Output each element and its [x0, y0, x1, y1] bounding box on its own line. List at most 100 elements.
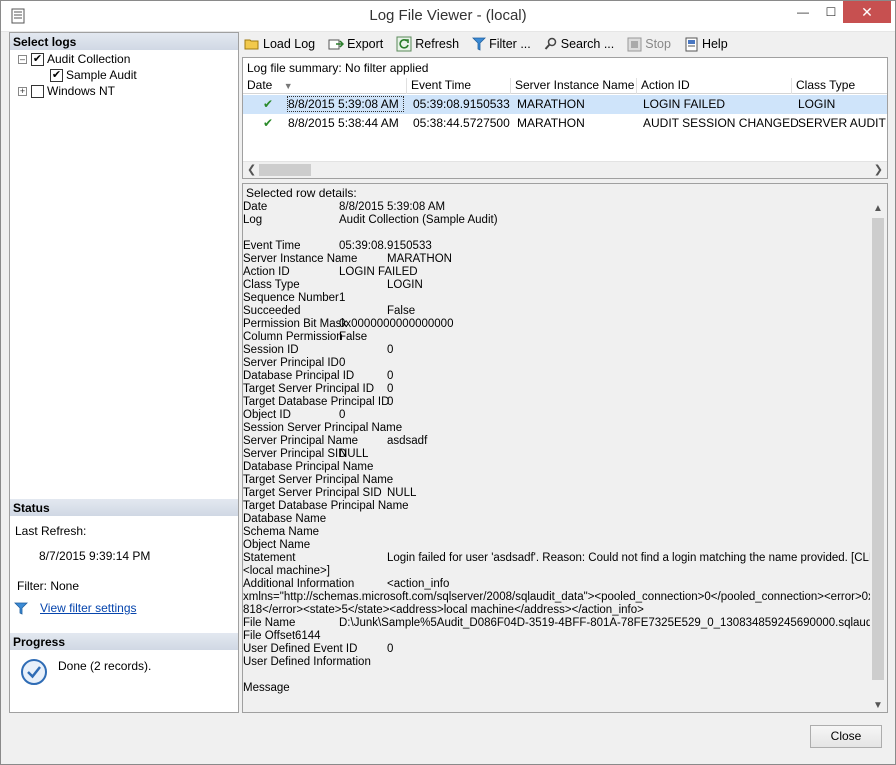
sample-audit-checkbox[interactable]: ✔: [50, 68, 63, 82]
filter-button[interactable]: Filter ...: [469, 37, 531, 51]
detail-label: <local machine>]: [243, 565, 330, 577]
column-header-action-id[interactable]: Action ID: [636, 78, 690, 94]
close-button[interactable]: Close: [810, 725, 882, 748]
minimize-button[interactable]: —: [789, 1, 817, 23]
detail-value: MARATHON: [387, 253, 452, 265]
minimize-icon: —: [797, 5, 809, 19]
horizontal-scroll-thumb[interactable]: [259, 164, 311, 176]
folder-open-icon: [244, 37, 260, 51]
audit-collection-checkbox[interactable]: ✔: [31, 52, 44, 66]
detail-label: Column Permission: [243, 331, 343, 343]
cell-server-instance: MARATHON: [517, 97, 585, 111]
cell-action-id: AUDIT SESSION CHANGED: [643, 116, 799, 130]
column-header-event-time[interactable]: Event Time: [406, 78, 471, 94]
cell-date: 8/8/2015 5:38:44 AM: [288, 116, 399, 130]
scroll-up-icon[interactable]: ▲: [873, 203, 883, 214]
refresh-icon: [396, 36, 412, 52]
detail-value: NULL: [339, 448, 369, 460]
grid-header: Date ▼ Event Time Server Instance Name A…: [243, 76, 887, 94]
windows-nt-checkbox[interactable]: [31, 84, 44, 98]
scroll-left-icon[interactable]: ❮: [247, 163, 256, 176]
detail-label: Object ID: [243, 409, 291, 421]
details-title: Selected row details:: [246, 186, 357, 200]
scroll-right-icon[interactable]: ❯: [874, 163, 883, 176]
detail-label: File Offset: [243, 630, 296, 642]
window-title: Log File Viewer - (local): [369, 7, 527, 24]
row-details-panel: Selected row details: Date 8/8/2015 5:39:…: [242, 183, 888, 713]
maximize-button[interactable]: ☐: [817, 1, 845, 23]
log-file-viewer-window: Log File Viewer - (local) — ☐ ✕ Select l…: [0, 0, 896, 765]
horizontal-scrollbar[interactable]: ❮ ❯: [243, 161, 887, 178]
detail-label: Server Principal Name: [243, 435, 359, 447]
sort-descending-icon: ▼: [283, 81, 293, 91]
detail-label: Schema Name: [243, 526, 320, 538]
column-header-server-instance[interactable]: Server Instance Name: [510, 78, 634, 94]
search-button[interactable]: Search ...: [541, 37, 615, 51]
tree-item-windows-nt[interactable]: + Windows NT: [18, 83, 115, 99]
column-header-date[interactable]: Date ▼: [243, 78, 293, 94]
detail-value: D:\Junk\Sample%5Audit_D086F04D-3519-4BFF…: [339, 617, 878, 629]
detail-label: Message: [243, 682, 290, 694]
detail-value: 0: [339, 357, 346, 369]
cell-server-instance: MARATHON: [517, 116, 585, 130]
detail-label: Action ID: [243, 266, 290, 278]
column-header-class-type[interactable]: Class Type: [791, 78, 855, 94]
detail-label: Session Server Principal Name: [243, 422, 403, 434]
detail-value: LOGIN: [387, 279, 423, 291]
detail-value: 0: [387, 344, 394, 356]
detail-label: Session ID: [243, 344, 299, 356]
tree-item-label: Sample Audit: [66, 68, 137, 82]
detail-value: 05:39:08.9150533: [339, 240, 432, 252]
collapse-icon[interactable]: –: [18, 54, 27, 64]
detail-label: Object Name: [243, 539, 311, 551]
expand-icon[interactable]: +: [18, 86, 27, 96]
detail-label: Database Principal Name: [243, 461, 374, 473]
scroll-down-icon[interactable]: ▼: [873, 700, 883, 711]
close-window-button[interactable]: ✕: [843, 1, 891, 23]
detail-label: xmlns="http://schemas.microsoft.com/sqls…: [243, 591, 888, 603]
detail-value: NULL: [387, 487, 417, 499]
cell-event-time: 05:38:44.5727500: [413, 116, 510, 130]
tree-item-audit-collection[interactable]: – ✔ Audit Collection: [18, 51, 130, 67]
view-filter-settings-link[interactable]: View filter settings: [40, 601, 137, 615]
left-panel: Select logs – ✔ Audit Collection ✔ Sampl…: [9, 32, 239, 713]
detail-value: Login failed for user 'asdsadf'. Reason:…: [387, 552, 888, 564]
vertical-scroll-thumb[interactable]: [872, 218, 884, 680]
filter-status: Filter: None: [17, 579, 80, 593]
tree-item-sample-audit[interactable]: ✔ Sample Audit: [50, 67, 137, 83]
select-logs-header: Select logs: [10, 33, 238, 50]
detail-value: 0: [387, 396, 394, 408]
vertical-scrollbar[interactable]: ▲ ▼: [870, 202, 887, 712]
detail-label: Target Server Principal Name: [243, 474, 394, 486]
progress-text: Done (2 records).: [58, 659, 152, 673]
detail-label: 818</error><state>5</state><address>loca…: [243, 604, 644, 616]
export-label: Export: [347, 37, 384, 51]
detail-label: Succeeded: [243, 305, 301, 317]
export-button[interactable]: Export: [325, 37, 383, 51]
detail-label: Statement: [243, 552, 296, 564]
export-icon: [328, 37, 345, 51]
detail-label: Target Server Principal ID: [243, 383, 375, 395]
search-label: Search ...: [560, 37, 615, 51]
help-button[interactable]: Help: [681, 37, 728, 52]
table-row[interactable]: ✔ 8/8/2015 5:39:08 AM 05:39:08.9150533 M…: [243, 95, 887, 114]
detail-label: Database Principal ID: [243, 370, 355, 382]
load-log-label: Load Log: [263, 37, 316, 51]
detail-label: Event Time: [243, 240, 301, 252]
detail-value: 1: [339, 292, 346, 304]
toolbar: Load Log Export Refresh Filter ... Searc…: [241, 32, 891, 56]
load-log-button[interactable]: Load Log: [241, 37, 315, 51]
last-refresh-value: 8/7/2015 9:39:14 PM: [39, 549, 151, 563]
tree-item-label: Audit Collection: [47, 52, 131, 66]
table-row[interactable]: ✔ 8/8/2015 5:38:44 AM 05:38:44.5727500 M…: [243, 114, 887, 133]
log-summary: Log file summary: No filter applied: [247, 61, 429, 75]
success-check-icon: ✔: [263, 97, 274, 111]
refresh-button[interactable]: Refresh: [393, 36, 459, 52]
filter-label: Filter ...: [489, 37, 531, 51]
log-grid: Log file summary: No filter applied Date…: [242, 57, 888, 179]
detail-value: False: [339, 331, 368, 343]
detail-label: User Defined Information: [243, 656, 371, 668]
stop-button[interactable]: Stop: [624, 37, 671, 52]
status-header: Status: [10, 499, 238, 516]
detail-label: Server Principal ID: [243, 357, 339, 369]
